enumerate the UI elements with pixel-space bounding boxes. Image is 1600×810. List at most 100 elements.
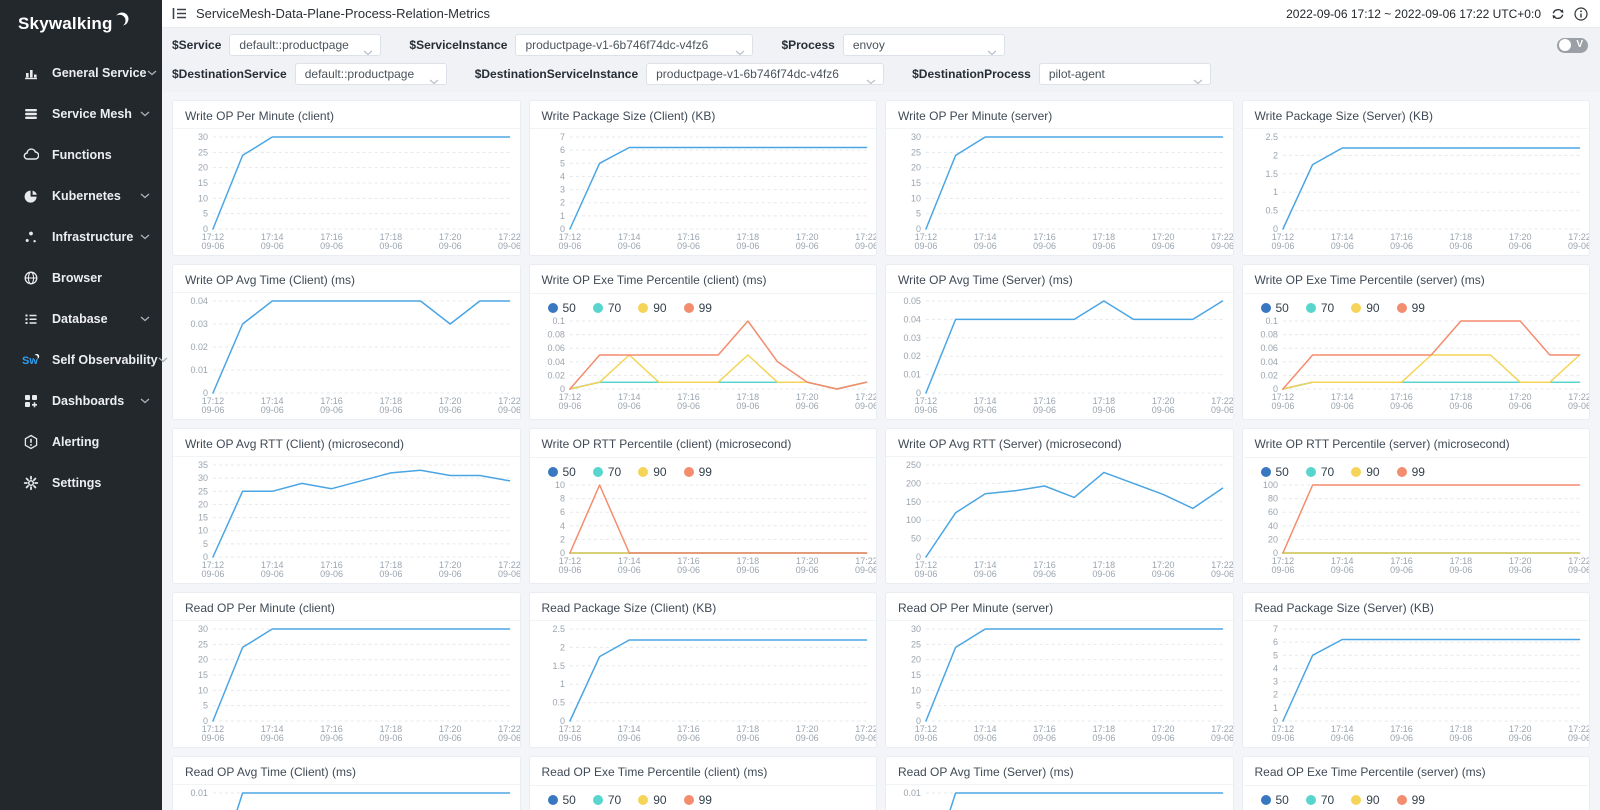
svg-text:09-06: 09-06 xyxy=(855,565,876,575)
chart-canvas[interactable]: 0510152025303517:1209-0617:1409-0617:160… xyxy=(173,457,520,583)
chart-canvas[interactable]: 00.0117:1209-0617:1409-0617:1609-0617:18… xyxy=(173,785,520,810)
chart-body: 05101520253017:1209-0617:1409-0617:1609-… xyxy=(173,621,520,747)
service-select[interactable]: default::productpage xyxy=(229,34,381,56)
chart-canvas[interactable]: 05101520253017:1209-0617:1409-0617:1609-… xyxy=(886,129,1233,255)
sidebar-item-infrastructure[interactable]: Infrastructure xyxy=(0,216,162,257)
svg-text:0.04: 0.04 xyxy=(190,296,207,306)
svg-text:15: 15 xyxy=(198,178,208,188)
sidebar-collapse-icon[interactable] xyxy=(172,7,187,20)
chart-card: Read OP Exe Time Percentile (server) (ms… xyxy=(1242,756,1591,810)
chart-canvas[interactable]: 00.010.020.030.040.0517:1209-0617:1409-0… xyxy=(886,293,1233,419)
sidebar-item-dashboards[interactable]: Dashboards xyxy=(0,380,162,421)
chart-canvas[interactable]: 05101520253017:1209-0617:1409-0617:1609-… xyxy=(173,621,520,747)
sidebar-item-browser[interactable]: Browser xyxy=(0,257,162,298)
legend-item-50[interactable]: 50 xyxy=(1261,301,1289,315)
legend-item-90[interactable]: 90 xyxy=(638,301,666,315)
legend-item-50[interactable]: 50 xyxy=(1261,465,1289,479)
chart-canvas[interactable]: 0123456717:1209-0617:1409-0617:1609-0617… xyxy=(1243,621,1590,747)
legend-item-50[interactable]: 50 xyxy=(548,793,576,807)
svg-text:0.04: 0.04 xyxy=(547,357,564,367)
chart-canvas[interactable]: 05101520253017:1209-0617:1409-0617:1609-… xyxy=(886,621,1233,747)
chart-canvas[interactable]: 05010015020025017:1209-0617:1409-0617:16… xyxy=(886,457,1233,583)
destination-service-instance-select[interactable]: productpage-v1-6b746f74dc-v4fz6 xyxy=(646,63,884,85)
svg-text:6: 6 xyxy=(559,145,564,155)
chevron-down-icon xyxy=(429,72,439,90)
legend-item-99[interactable]: 99 xyxy=(684,301,712,315)
refresh-icon[interactable] xyxy=(1550,7,1565,21)
legend-item-70[interactable]: 70 xyxy=(593,465,621,479)
legend-item-90[interactable]: 90 xyxy=(1351,793,1379,807)
svg-text:150: 150 xyxy=(906,497,921,507)
svg-text:25: 25 xyxy=(198,147,208,157)
svg-text:20: 20 xyxy=(1267,534,1277,544)
chart-canvas[interactable]: 00.010.020.030.0417:1209-0617:1409-0617:… xyxy=(173,293,520,419)
legend-item-99[interactable]: 99 xyxy=(1397,793,1425,807)
legend-label: 50 xyxy=(563,465,576,479)
svg-text:09-06: 09-06 xyxy=(1568,401,1589,411)
sidebar-item-kubernetes[interactable]: Kubernetes xyxy=(0,175,162,216)
bar-chart-icon xyxy=(22,65,40,81)
app-logo[interactable]: Skywalking xyxy=(0,0,162,52)
legend-item-50[interactable]: 50 xyxy=(548,465,576,479)
legend-item-90[interactable]: 90 xyxy=(1351,465,1379,479)
process-select[interactable]: envoy xyxy=(843,34,1005,56)
legend-item-99[interactable]: 99 xyxy=(1397,301,1425,315)
legend-item-70[interactable]: 70 xyxy=(1306,465,1334,479)
sidebar: Skywalking General Service Service Mesh xyxy=(0,0,162,810)
legend-item-70[interactable]: 70 xyxy=(593,301,621,315)
svg-text:09-06: 09-06 xyxy=(320,405,343,415)
chart-canvas[interactable]: 024681017:1209-0617:1409-0617:1609-0617:… xyxy=(530,479,877,579)
chart-canvas[interactable]: 0123456717:1209-0617:1409-0617:1609-0617… xyxy=(530,129,877,255)
svg-text:09-06: 09-06 xyxy=(1449,565,1472,575)
main-area: ServiceMesh-Data-Plane-Process-Relation-… xyxy=(162,0,1600,810)
destination-process-select[interactable]: pilot-agent xyxy=(1039,63,1211,85)
view-toggle[interactable]: V xyxy=(1557,38,1588,53)
info-icon[interactable] xyxy=(1574,7,1588,21)
legend-dot xyxy=(684,303,694,313)
svg-text:5: 5 xyxy=(559,158,564,168)
chart-canvas[interactable]: 00.511.522.517:1209-0617:1409-0617:1609-… xyxy=(1243,129,1590,255)
legend-item-70[interactable]: 70 xyxy=(1306,793,1334,807)
svg-text:60: 60 xyxy=(1267,507,1277,517)
legend-item-70[interactable]: 70 xyxy=(1306,301,1334,315)
time-range-picker[interactable]: 2022-09-06 17:12 ~ 2022-09-06 17:22 UTC+… xyxy=(1286,7,1541,21)
legend-item-99[interactable]: 99 xyxy=(684,465,712,479)
legend-item-50[interactable]: 50 xyxy=(1261,793,1289,807)
chart-canvas[interactable]: 00.020.040.060.080.117:1209-0617:1409-06… xyxy=(530,315,877,415)
legend-dot xyxy=(548,303,558,313)
legend-dot xyxy=(1397,795,1407,805)
svg-text:5: 5 xyxy=(916,209,921,219)
chart-canvas[interactable]: 02040608010017:1209-0617:1409-0617:1609-… xyxy=(1243,479,1590,579)
sidebar-item-general-service[interactable]: General Service xyxy=(0,52,162,93)
chart-canvas[interactable]: 00.0117:1209-0617:1409-0617:1609-0617:18… xyxy=(886,785,1233,810)
svg-text:09-06: 09-06 xyxy=(855,241,876,251)
chart-canvas[interactable]: 05101520253017:1209-0617:1409-0617:1609-… xyxy=(173,129,520,255)
legend-item-70[interactable]: 70 xyxy=(593,793,621,807)
destination-service-select[interactable]: default::productpage xyxy=(295,63,447,85)
legend-item-90[interactable]: 90 xyxy=(638,793,666,807)
sidebar-item-alerting[interactable]: Alerting xyxy=(0,421,162,462)
sidebar-item-functions[interactable]: Functions xyxy=(0,134,162,175)
legend-item-90[interactable]: 90 xyxy=(1351,301,1379,315)
sidebar-item-settings[interactable]: Settings xyxy=(0,462,162,503)
toggle-knob xyxy=(1559,39,1571,51)
sidebar-item-service-mesh[interactable]: Service Mesh xyxy=(0,93,162,134)
service-instance-select[interactable]: productpage-v1-6b746f74dc-v4fz6 xyxy=(515,34,753,56)
svg-text:100: 100 xyxy=(906,515,921,525)
svg-text:09-06: 09-06 xyxy=(320,569,343,579)
svg-text:09-06: 09-06 xyxy=(1092,733,1115,743)
chart-title: Write OP Avg RTT (Client) (microsecond) xyxy=(173,429,520,457)
chart-canvas[interactable]: 00.511.522.517:1209-0617:1409-0617:1609-… xyxy=(530,621,877,747)
chart-body: 0123456717:1209-0617:1409-0617:1609-0617… xyxy=(530,129,877,255)
chart-canvas[interactable]: 00.020.040.060.080.117:1209-0617:1409-06… xyxy=(1243,315,1590,415)
sidebar-item-database[interactable]: Database xyxy=(0,298,162,339)
svg-text:2: 2 xyxy=(559,198,564,208)
sidebar-item-self-observability[interactable]: Sw Self Observability xyxy=(0,339,162,380)
legend-item-99[interactable]: 99 xyxy=(684,793,712,807)
legend-label: 90 xyxy=(653,793,666,807)
legend-label: 50 xyxy=(1276,301,1289,315)
legend-item-50[interactable]: 50 xyxy=(548,301,576,315)
legend-item-90[interactable]: 90 xyxy=(638,465,666,479)
svg-text:09-06: 09-06 xyxy=(558,401,581,411)
legend-item-99[interactable]: 99 xyxy=(1397,465,1425,479)
